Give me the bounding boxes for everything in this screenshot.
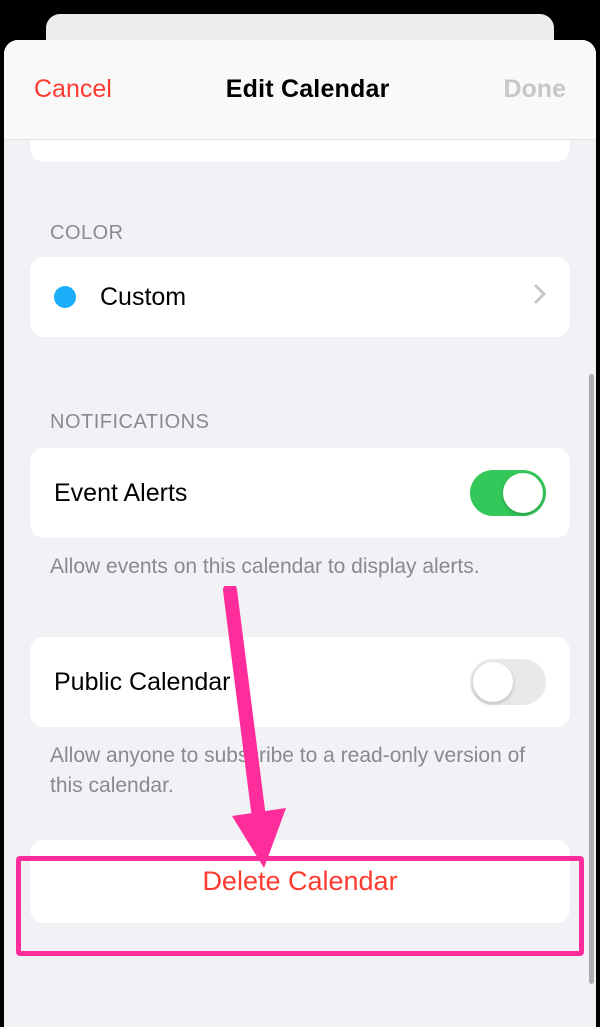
public-calendar-section: Public Calendar Allow anyone to subscrib… (30, 637, 570, 800)
color-swatch-icon (54, 286, 76, 308)
color-section: COLOR Custom (30, 222, 570, 337)
event-alerts-footer: Allow events on this calendar to display… (30, 538, 570, 581)
event-alerts-label: Event Alerts (54, 479, 470, 508)
previous-group-tail (30, 140, 570, 162)
scrollbar[interactable] (589, 374, 594, 984)
color-value-label: Custom (100, 283, 534, 312)
event-alerts-toggle[interactable] (470, 470, 546, 516)
public-calendar-label: Public Calendar (54, 668, 470, 697)
public-calendar-toggle[interactable] (470, 659, 546, 705)
notifications-section: NOTIFICATIONS Event Alerts Allow events … (30, 411, 570, 581)
notifications-section-header: NOTIFICATIONS (30, 411, 570, 446)
page-title: Edit Calendar (226, 75, 390, 104)
cancel-button[interactable]: Cancel (34, 75, 112, 104)
content-scroll[interactable]: COLOR Custom NOTIFICATIONS Event Alerts … (4, 140, 596, 1027)
toggle-knob (473, 662, 513, 702)
toggle-knob (503, 473, 543, 513)
edit-calendar-sheet: Cancel Edit Calendar Done COLOR Custom N… (4, 40, 596, 1027)
public-calendar-footer: Allow anyone to subscribe to a read-only… (30, 727, 570, 800)
done-button[interactable]: Done (503, 75, 566, 104)
delete-calendar-label: Delete Calendar (202, 866, 397, 896)
delete-calendar-button[interactable]: Delete Calendar (30, 840, 570, 923)
chevron-right-icon (534, 284, 546, 310)
color-row[interactable]: Custom (30, 257, 570, 337)
public-calendar-row: Public Calendar (30, 637, 570, 727)
navbar: Cancel Edit Calendar Done (4, 40, 596, 140)
color-section-header: COLOR (30, 222, 570, 257)
event-alerts-row: Event Alerts (30, 448, 570, 538)
